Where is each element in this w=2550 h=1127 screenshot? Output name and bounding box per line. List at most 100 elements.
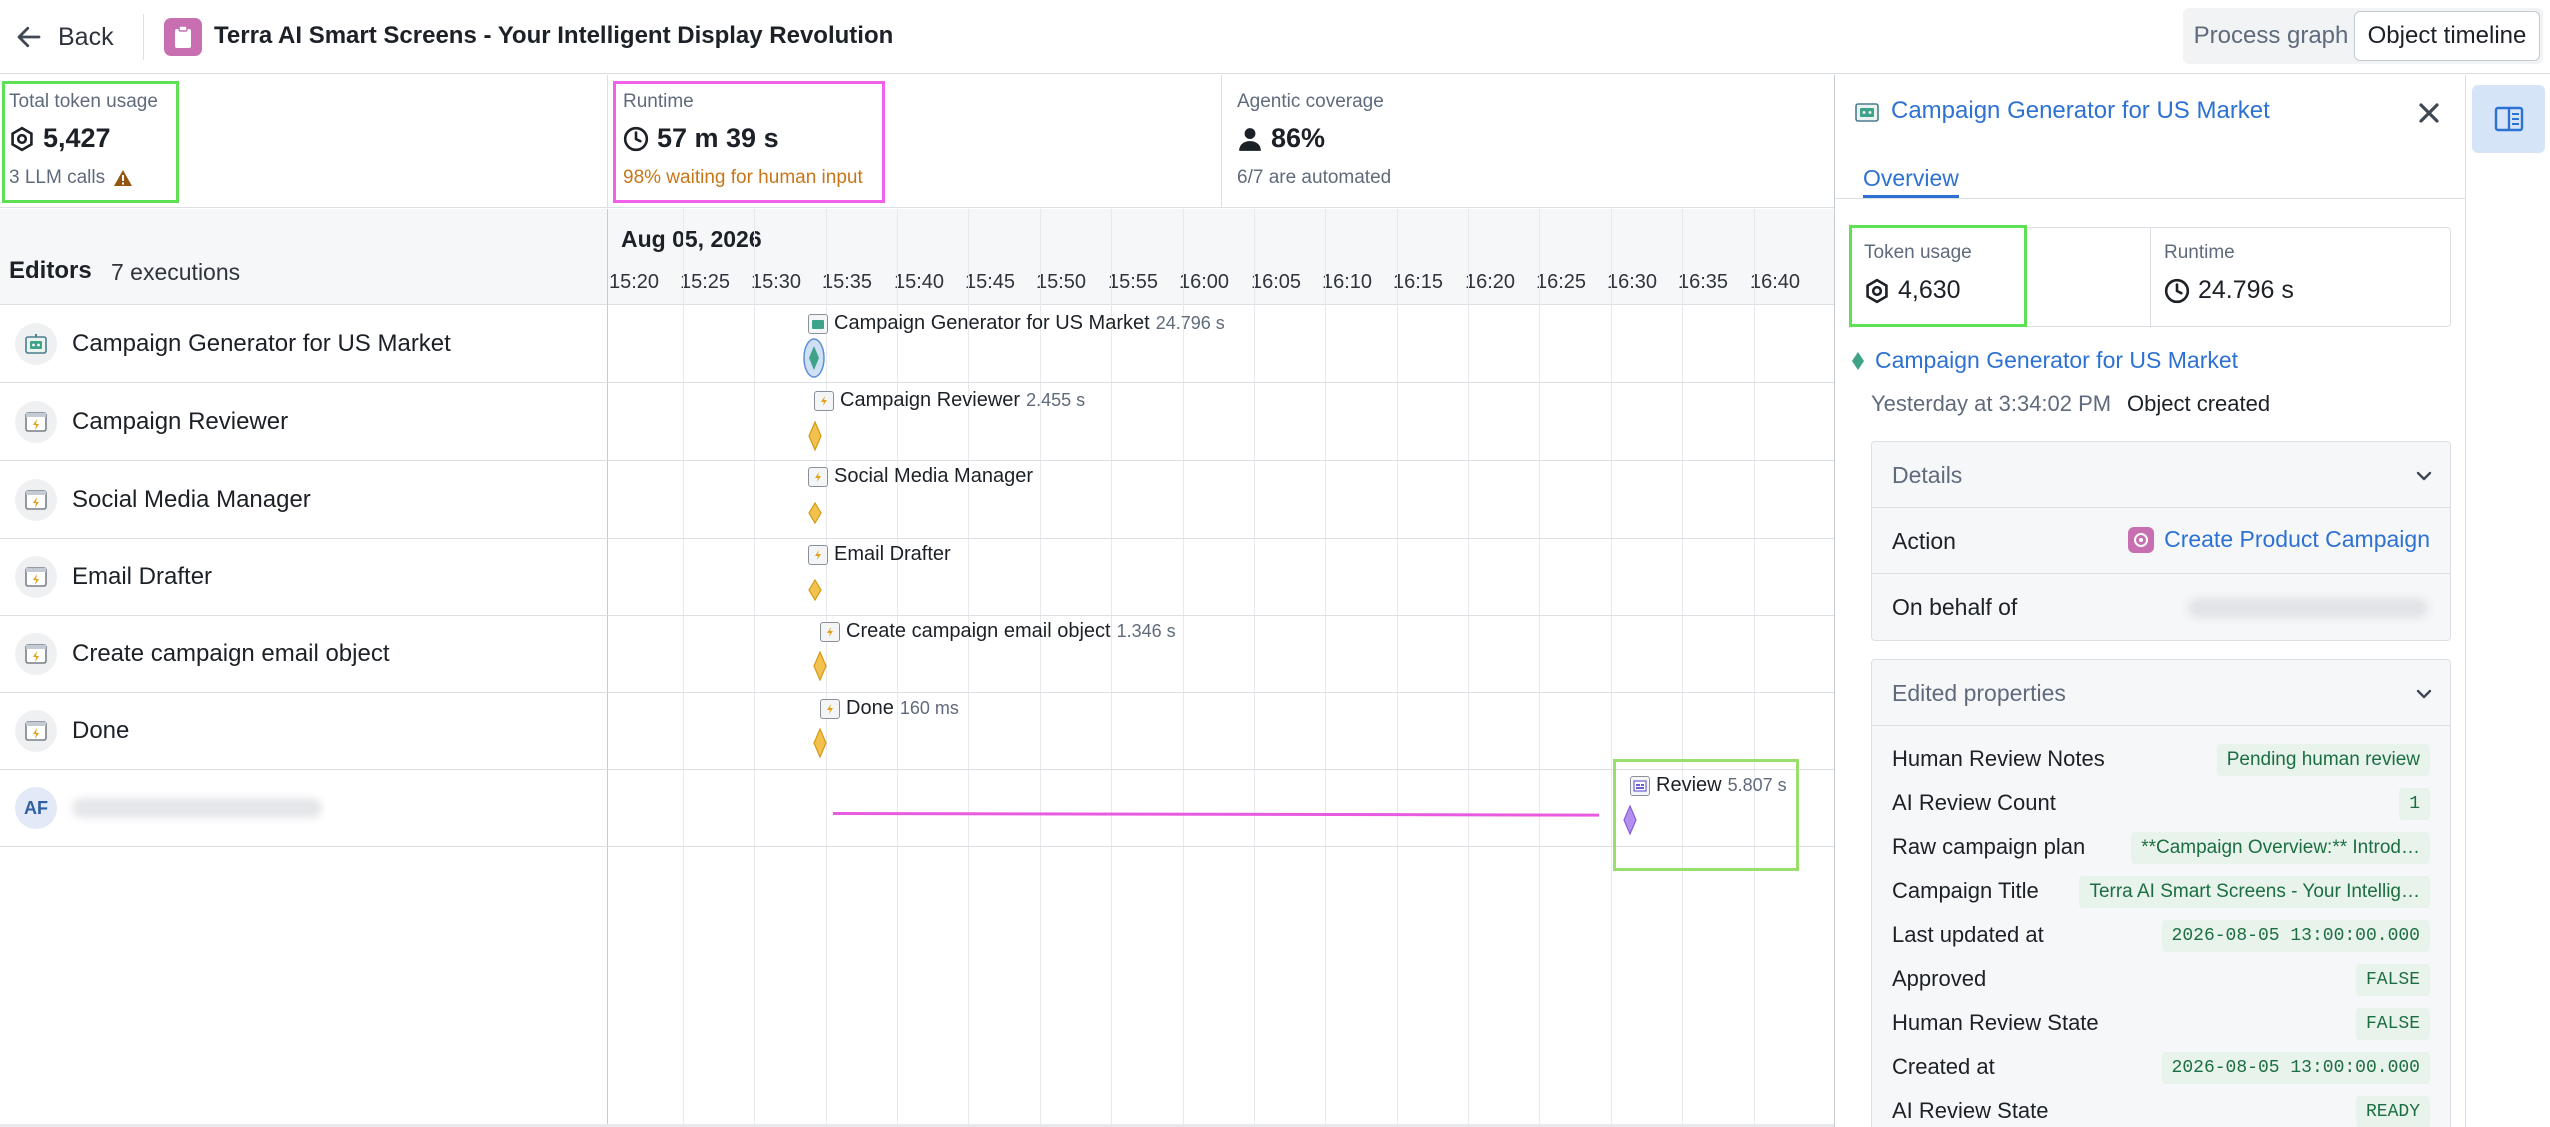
side-toolbar [2465,75,2550,1127]
tabs-border [1835,198,2466,199]
event-name: Campaign Generator for US Market [834,312,1150,334]
close-icon[interactable] [2413,97,2445,129]
executions-count: 7 executions [111,259,241,285]
editor-name: Done [72,717,130,744]
timeline-event[interactable]: Campaign Reviewer 2.455 s [814,389,1085,412]
event-name: Create campaign email object [846,620,1111,642]
function-icon [808,466,828,487]
back-button[interactable]: Back [14,17,114,57]
event-duration: 1.346 s [1116,621,1176,641]
property-value: 2026-08-05 13:00:00.000 [2161,1052,2430,1084]
property-value: 2026-08-05 13:00:00.000 [2161,920,2430,952]
timeline-event[interactable]: Create campaign email object 1.346 s [820,620,1176,643]
robot-icon [15,323,57,365]
property-row: Raw campaign plan **Campaign Overview:**… [1872,826,2450,870]
coverage-value: 86% [1271,123,1326,153]
event-duration: 160 ms [899,698,959,718]
edited-properties-heading: Edited properties [1892,680,2066,706]
property-value: Pending human review [2216,744,2430,776]
property-key: Approved [1892,966,1987,991]
event-duration: 2.455 s [1026,390,1086,410]
function-icon [808,544,828,565]
property-row: Campaign Title Terra AI Smart Screens - … [1872,870,2450,914]
time-tick: 15:40 [893,271,945,293]
function-icon [820,621,840,642]
event-marker[interactable] [808,421,822,451]
editors-header: Editors 7 executions [0,209,607,305]
clock-icon [2164,278,2190,303]
action-value: Create Product Campaign [2164,526,2430,552]
coverage-value-row: 86% [1237,123,1325,154]
time-tick: 15:55 [1107,271,1159,293]
event-name: Campaign Reviewer [840,389,1021,411]
stat-divider [2150,228,2151,326]
object-timeline-tab[interactable]: Object timeline [2355,12,2539,60]
property-key: Raw campaign plan [1892,834,2086,859]
metric-divider [607,75,608,208]
behalf-label: On behalf of [1892,594,2018,620]
coverage-label: Agentic coverage [1237,91,1384,112]
property-row: Human Review Notes Pending human review [1872,738,2450,782]
function-icon [15,401,57,443]
property-value: FALSE [2355,964,2430,996]
event-marker[interactable] [808,502,822,524]
property-value: Terra AI Smart Screens - Your Intellig… [2079,876,2430,908]
edited-properties-header[interactable]: Edited properties [1872,660,2450,726]
selected-event-marker[interactable] [803,338,825,378]
sidebar-panel-icon [2494,106,2523,132]
diamond-icon [1852,351,1864,370]
editor-row-label: Email Drafter [15,556,212,598]
coverage-sub: 6/7 are automated [1237,167,1392,188]
editor-name: Campaign Generator for US Market [72,330,451,357]
timeline-event[interactable]: Social Media Manager [808,465,1033,488]
details-panel: Campaign Generator for US Market Overvie… [1834,75,2466,1127]
panel-title[interactable]: Campaign Generator for US Market [1891,97,2270,125]
editor-name: Social Media Manager [72,486,311,513]
function-icon [15,556,57,598]
event-marker[interactable] [813,651,827,681]
review-highlight-box [1613,759,1799,871]
panel-token-highlight-box [1849,225,2027,327]
property-value: 1 [2399,788,2430,820]
event-name: Done [846,697,894,719]
object-link[interactable]: Campaign Generator for US Market [1851,347,2238,374]
page-title: Terra AI Smart Screens - Your Intelligen… [214,22,894,49]
robot-icon [1855,103,1879,122]
editor-name: Campaign Reviewer [72,408,289,435]
timeline-event[interactable]: Campaign Generator for US Market 24.796 … [808,312,1225,335]
chevron-down-icon[interactable] [2412,682,2436,706]
back-label: Back [58,22,114,51]
process-graph-tab[interactable]: Process graph [2187,12,2355,60]
panel-toggle-button[interactable] [2472,85,2545,153]
editor-row[interactable]: AF [0,770,1834,847]
property-value: READY [2355,1096,2430,1127]
property-row: AI Review State READY [1872,1090,2450,1127]
property-value: **Campaign Overview:** Introd… [2131,832,2430,864]
tab-overview[interactable]: Overview [1863,165,1959,192]
timeline-header: Aug 05, 2026 15:20 15:25 15:30 15:35 15:… [608,209,1834,305]
action-link[interactable]: Create Product Campaign [2128,526,2430,553]
action-type-icon [2128,526,2155,553]
property-value: FALSE [2355,1008,2430,1040]
editors-title: Editors [9,257,92,284]
metric-divider [1221,75,1222,208]
time-tick: 15:20 [608,271,660,293]
object-link-label: Campaign Generator for US Market [1875,347,2239,373]
editor-row-label: Campaign Reviewer [15,401,288,443]
timeline-event[interactable]: Email Drafter [808,543,951,566]
property-key: AI Review State [1892,1098,2049,1123]
editor-row-label: Done [15,710,129,752]
property-key: Human Review State [1892,1010,2099,1035]
person-icon [1239,127,1261,151]
runtime-highlight-box [613,81,885,203]
editor-row-label: AF [15,787,322,829]
details-section-header[interactable]: Details [1872,442,2450,508]
event-marker[interactable] [813,728,827,758]
user-avatar: AF [15,787,57,829]
chevron-down-icon[interactable] [2412,464,2436,488]
details-heading: Details [1892,462,1963,488]
function-icon [15,633,57,675]
event-marker[interactable] [808,579,822,601]
robot-icon [808,313,828,334]
timeline-event[interactable]: Done 160 ms [820,697,959,720]
